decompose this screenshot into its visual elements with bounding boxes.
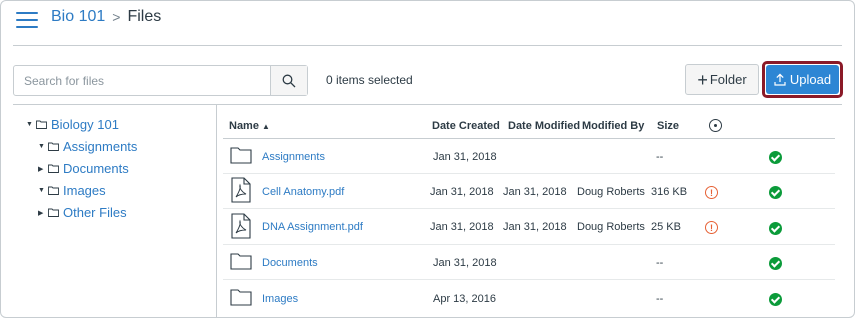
date-created: Jan 31, 2018	[430, 186, 494, 198]
usage-rights-icon	[709, 119, 722, 132]
file-name-link[interactable]: Documents	[262, 257, 318, 269]
modified-by: Doug Roberts	[577, 186, 645, 198]
date-created: Jan 31, 2018	[430, 221, 494, 233]
modified-by: Doug Roberts	[577, 221, 645, 233]
folder-icon	[48, 164, 59, 173]
published-icon[interactable]	[769, 186, 782, 199]
date-created: Jan 31, 2018	[433, 151, 497, 163]
file-name-link[interactable]: Images	[262, 293, 298, 305]
tree-item-biology-101[interactable]: ▼ Biology 101	[26, 117, 119, 132]
tree-item-assignments[interactable]: ▼ Assignments	[38, 139, 137, 154]
tree-item-documents[interactable]: ▶ Documents	[38, 161, 129, 176]
file-name-link[interactable]: Cell Anatomy.pdf	[262, 186, 344, 198]
files-page: Bio 101 > Files 0 items selected + Folde…	[0, 0, 855, 318]
column-header-size[interactable]: Size	[657, 120, 679, 132]
breadcrumb: Bio 101 > Files	[51, 8, 161, 26]
pdf-file-icon	[231, 213, 251, 239]
column-header-date-created[interactable]: Date Created	[432, 120, 500, 132]
tree-item-label: Assignments	[63, 139, 138, 154]
file-size: 25 KB	[651, 221, 681, 233]
date-created: Apr 13, 2016	[433, 293, 496, 305]
date-modified: Jan 31, 2018	[503, 221, 567, 233]
search-box	[13, 65, 308, 96]
search-input[interactable]	[14, 66, 270, 95]
header-divider	[13, 45, 842, 46]
file-size: --	[656, 151, 664, 163]
expanded-triangle-icon[interactable]: ▼	[38, 143, 45, 150]
plus-icon: +	[697, 69, 708, 90]
table-header-divider	[223, 138, 835, 139]
breadcrumb-separator: >	[112, 9, 121, 25]
pdf-file-icon	[231, 177, 251, 203]
file-size: --	[656, 293, 664, 305]
published-icon[interactable]	[769, 293, 782, 306]
add-folder-button[interactable]: + Folder	[685, 64, 759, 95]
column-header-modified-by[interactable]: Modified By	[582, 120, 644, 132]
tree-item-images[interactable]: ▼ Images	[38, 183, 106, 198]
sort-ascending-icon: ▲	[262, 122, 270, 131]
row-divider	[223, 244, 835, 245]
column-header-label: Name	[229, 120, 259, 132]
breadcrumb-current: Files	[127, 8, 162, 25]
tree-item-label: Images	[63, 183, 106, 198]
search-icon	[282, 74, 296, 87]
date-created: Jan 31, 2018	[433, 257, 497, 269]
file-size: 316 KB	[651, 186, 688, 198]
folder-icon	[48, 186, 59, 195]
tree-item-other-files[interactable]: ▶ Other Files	[38, 205, 127, 220]
folder-tree: ▼ Biology 101 ▼ Assignments ▶ Documents …	[13, 105, 217, 317]
published-icon[interactable]	[769, 151, 782, 164]
upload-button-label: Upload	[789, 72, 832, 87]
folder-icon	[230, 253, 252, 270]
row-divider	[223, 173, 835, 174]
folder-icon	[36, 120, 47, 129]
hamburger-menu-icon[interactable]	[16, 12, 38, 28]
published-icon[interactable]	[769, 257, 782, 270]
expanded-triangle-icon[interactable]: ▼	[38, 187, 45, 194]
warning-icon[interactable]: !	[705, 221, 718, 234]
collapsed-triangle-icon[interactable]: ▶	[38, 165, 45, 173]
expanded-triangle-icon[interactable]: ▼	[26, 121, 33, 128]
column-header-name[interactable]: Name ▲	[229, 120, 270, 132]
folder-button-label: Folder	[709, 72, 747, 87]
search-button[interactable]	[270, 66, 307, 95]
tree-item-label: Biology 101	[51, 117, 119, 132]
breadcrumb-course-link[interactable]: Bio 101	[51, 8, 105, 26]
folder-icon	[230, 289, 252, 306]
row-divider	[223, 208, 835, 209]
date-modified: Jan 31, 2018	[503, 186, 567, 198]
folder-icon	[48, 142, 59, 151]
upload-button[interactable]: Upload	[766, 65, 839, 94]
collapsed-triangle-icon[interactable]: ▶	[38, 209, 45, 217]
row-divider	[223, 279, 835, 280]
selected-count: 0 items selected	[326, 73, 413, 87]
upload-icon	[774, 73, 786, 86]
tree-item-label: Other Files	[63, 205, 127, 220]
file-name-link[interactable]: DNA Assignment.pdf	[262, 221, 363, 233]
published-icon[interactable]	[769, 222, 782, 235]
folder-icon	[230, 147, 252, 164]
file-size: --	[656, 257, 664, 269]
warning-icon[interactable]: !	[705, 186, 718, 199]
column-header-date-modified[interactable]: Date Modified	[508, 120, 580, 132]
folder-icon	[48, 208, 59, 217]
tree-item-label: Documents	[63, 161, 129, 176]
file-name-link[interactable]: Assignments	[262, 151, 325, 163]
